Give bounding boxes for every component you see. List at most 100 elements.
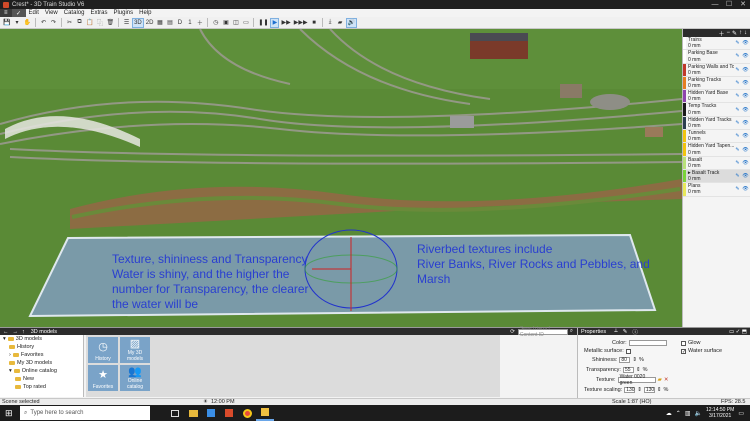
- layer-row[interactable]: Parking Base 0 mm ✎ 👁: [683, 50, 750, 64]
- paste-icon[interactable]: 📋: [85, 18, 94, 28]
- edit-layer-icon[interactable]: ✎: [735, 160, 739, 166]
- transparency-input[interactable]: 55: [622, 367, 634, 373]
- layer-row[interactable]: Temp Tracks 0 mm ✎ 👁: [683, 103, 750, 117]
- undo-icon[interactable]: ↶: [39, 18, 48, 28]
- visibility-eye-icon[interactable]: 👁: [742, 186, 748, 192]
- sound-icon[interactable]: 🔊: [345, 17, 358, 28]
- layer-row[interactable]: ▸ Basalt Track 0 mm ✎ 👁: [683, 169, 750, 184]
- water-surface-checkbox[interactable]: ✓: [681, 348, 686, 354]
- fast-forward-button[interactable]: ▶▶: [280, 18, 291, 28]
- view-3d-button[interactable]: 3D: [132, 17, 144, 28]
- layer-row[interactable]: Trains 0 mm ✎ 👁: [683, 37, 750, 51]
- tree-item-my-3d-models[interactable]: My 3D models: [3, 359, 83, 367]
- layer-row[interactable]: Parking Walls and Top 0 mm ✎ 👁: [683, 63, 750, 77]
- play-button[interactable]: ▶: [270, 17, 280, 28]
- stop-button[interactable]: ■: [310, 18, 319, 28]
- layer-row[interactable]: Hidden Yard Base 0 mm ✎ 👁: [683, 90, 750, 104]
- tree-item-3d-models[interactable]: ▾ 3D models: [3, 335, 83, 343]
- windows-start-icon[interactable]: ⊞: [5, 408, 13, 419]
- notification-icon[interactable]: ▭: [738, 410, 744, 417]
- pause-button[interactable]: ❚❚: [257, 18, 269, 28]
- redo-icon[interactable]: ↷: [49, 18, 58, 28]
- edit-layer-icon[interactable]: ✎: [735, 120, 739, 126]
- file-menu-tab[interactable]: ≡: [0, 9, 12, 17]
- dropdown-icon[interactable]: ▾: [12, 18, 21, 28]
- tree-item-history[interactable]: History: [3, 343, 83, 351]
- weather-icon[interactable]: ☁: [666, 410, 672, 417]
- 3d-viewport[interactable]: Texture, shininess and Transparency Wate…: [0, 29, 682, 327]
- shininess-input[interactable]: 80: [619, 357, 631, 363]
- taskbar-clock[interactable]: 12:14:50 PM 3/17/2021: [706, 407, 734, 419]
- forward-arrow-icon[interactable]: →: [13, 329, 19, 335]
- scaling-y-input[interactable]: 130: [643, 387, 655, 393]
- visibility-eye-icon[interactable]: 👁: [742, 147, 748, 153]
- tray-expand-icon[interactable]: ⌃: [676, 410, 681, 417]
- clock-icon[interactable]: ◷: [211, 18, 220, 28]
- window-icon[interactable]: ▭: [241, 18, 250, 28]
- visibility-eye-icon[interactable]: 👁: [742, 40, 748, 46]
- paint-icon[interactable]: ✎: [623, 329, 628, 335]
- menu-extras[interactable]: Extras: [87, 10, 110, 16]
- visibility-eye-icon[interactable]: 👁: [742, 173, 748, 179]
- edit-layer-icon[interactable]: ✎: [735, 173, 739, 179]
- delete-icon[interactable]: 🗑: [105, 18, 115, 28]
- tile-my-3d-models[interactable]: ▨ My 3D models: [120, 337, 150, 363]
- list-icon[interactable]: ☰: [122, 18, 131, 28]
- layer-row[interactable]: Hidden Yard Tapen... 0 mm ✎ 👁: [683, 143, 750, 157]
- hand-icon[interactable]: ✋: [22, 18, 31, 28]
- edit-layer-icon[interactable]: ✎: [735, 186, 739, 192]
- tile-online-catalog[interactable]: 👥 Online catalog: [120, 365, 150, 391]
- visibility-eye-icon[interactable]: 👁: [742, 93, 748, 99]
- edit-layer-icon[interactable]: ✎: [735, 53, 739, 59]
- layer-row[interactable]: Basalt 0 mm ✎ 👁: [683, 156, 750, 170]
- table-icon[interactable]: ▤: [165, 18, 174, 28]
- back-arrow-icon[interactable]: ←: [3, 329, 9, 335]
- edit-layer-icon[interactable]: ✎: [735, 93, 739, 99]
- visibility-eye-icon[interactable]: 👁: [742, 107, 748, 113]
- visibility-eye-icon[interactable]: 👁: [742, 67, 748, 73]
- settings-menu-tab[interactable]: ✓: [11, 9, 26, 17]
- maximize-button[interactable]: ☐: [722, 0, 736, 9]
- layer-button[interactable]: D: [175, 18, 184, 28]
- train-studio-app-icon[interactable]: [256, 405, 274, 421]
- library-search-input[interactable]: Search term / Content ID: [517, 326, 568, 338]
- layout-icon[interactable]: ◫: [231, 18, 240, 28]
- edit-layer-icon[interactable]: ✎: [732, 30, 737, 37]
- spinner-icon[interactable]: ⇕: [636, 367, 641, 373]
- layer-row[interactable]: Plans 0 mm ✎ 👁: [683, 183, 750, 197]
- add-icon[interactable]: ＋: [195, 18, 204, 28]
- metallic-checkbox[interactable]: [625, 348, 631, 354]
- spinner-icon[interactable]: ⇕: [637, 387, 642, 393]
- layer-row[interactable]: Tunnels 0 mm ✎ 👁: [683, 130, 750, 144]
- file-explorer-icon[interactable]: [184, 405, 202, 421]
- store-icon[interactable]: [202, 405, 220, 421]
- tile-history[interactable]: ◷ History: [88, 337, 118, 363]
- glow-checkbox[interactable]: [681, 340, 686, 346]
- taskbar-search-box[interactable]: ⌕ Type here to search: [20, 406, 150, 420]
- menu-plugins[interactable]: Plugins: [110, 10, 136, 16]
- clear-texture-icon[interactable]: ✕: [664, 377, 669, 383]
- color-swatch[interactable]: [628, 340, 667, 346]
- edit-layer-icon[interactable]: ✎: [735, 67, 739, 73]
- spinner-icon[interactable]: ⇕: [632, 357, 637, 363]
- menu-view[interactable]: View: [42, 10, 61, 16]
- move-up-icon[interactable]: ↑: [739, 30, 742, 36]
- save-icon[interactable]: 💾: [2, 18, 11, 28]
- edit-layer-icon[interactable]: ✎: [735, 107, 739, 113]
- frame-icon[interactable]: ▣: [221, 18, 230, 28]
- minimize-button[interactable]: —: [708, 0, 722, 9]
- folder-open-icon[interactable]: ▰: [658, 377, 662, 383]
- menu-help[interactable]: Help: [136, 10, 154, 16]
- visibility-eye-icon[interactable]: 👁: [742, 53, 748, 59]
- visibility-eye-icon[interactable]: 👁: [742, 133, 748, 139]
- fastest-forward-button[interactable]: ▶▶▶: [293, 18, 309, 28]
- panel-options-icon[interactable]: ▭ ✓ ⬒: [729, 329, 747, 335]
- visibility-eye-icon[interactable]: 👁: [742, 160, 748, 166]
- visibility-eye-icon[interactable]: 👁: [742, 80, 748, 86]
- network-icon[interactable]: ▥: [685, 410, 691, 417]
- chrome-icon[interactable]: [238, 405, 256, 421]
- duplicate-icon[interactable]: ⿻: [95, 18, 104, 28]
- edit-layer-icon[interactable]: ✎: [735, 147, 739, 153]
- tree-item-new[interactable]: New: [3, 375, 83, 383]
- tree-item-online-catalog[interactable]: ▾ Online catalog: [3, 367, 83, 375]
